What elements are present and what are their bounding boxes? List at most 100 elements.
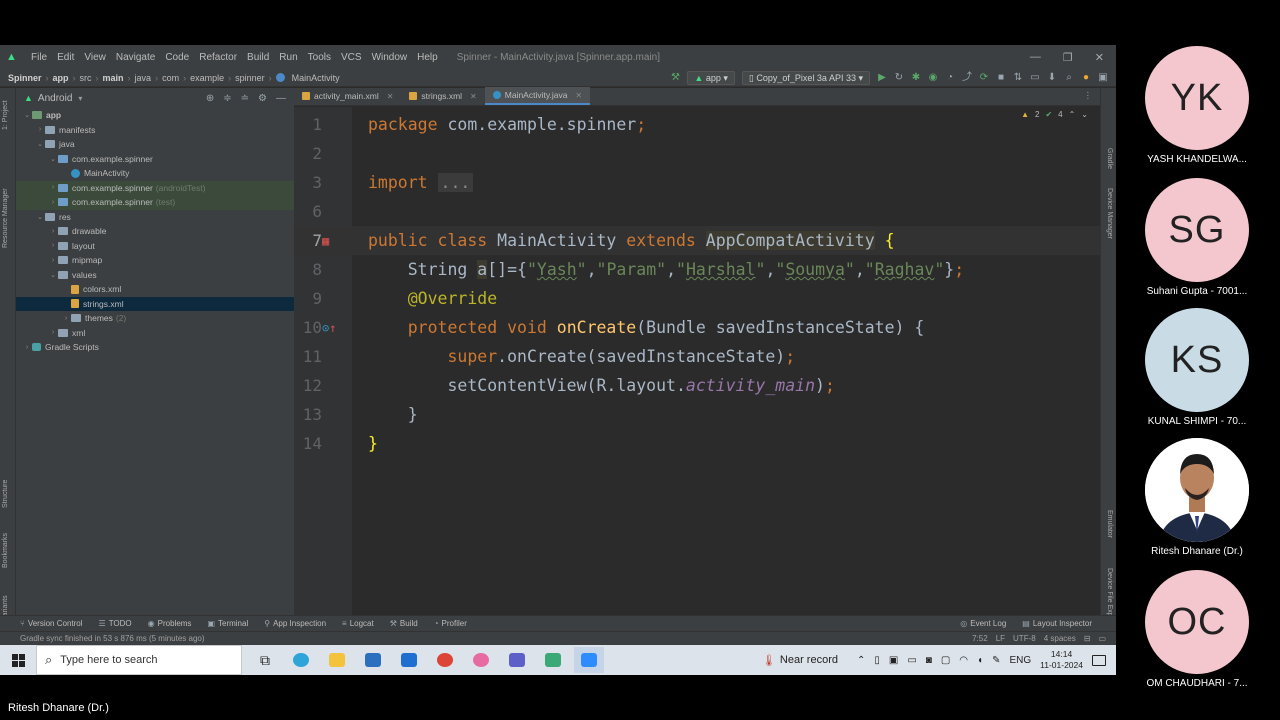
- tree-item[interactable]: MainActivity: [16, 166, 294, 181]
- tree-item[interactable]: › layout: [16, 239, 294, 254]
- clock[interactable]: 14:14 11-01-2024: [1040, 649, 1083, 671]
- mail-icon[interactable]: [394, 647, 424, 673]
- chevron-down-icon[interactable]: ⌄: [35, 140, 45, 148]
- device-icon[interactable]: ▯: [874, 655, 880, 666]
- chevron-down-icon[interactable]: ⌄: [48, 271, 58, 279]
- breadcrumb-src[interactable]: src: [76, 73, 96, 83]
- menu-build[interactable]: Build: [242, 52, 274, 63]
- emulator-tab[interactable]: Emulator: [1106, 510, 1113, 538]
- menu-view[interactable]: View: [79, 52, 111, 63]
- gemini-icon[interactable]: ▣: [1098, 73, 1108, 83]
- participant-tile[interactable]: Ritesh Dhanare (Dr.): [1130, 438, 1264, 557]
- file-encoding[interactable]: UTF-8: [1013, 634, 1036, 643]
- gradle-tab[interactable]: Gradle: [1106, 148, 1113, 169]
- chevron-right-icon[interactable]: ›: [48, 329, 58, 336]
- tab-activity-main-xml[interactable]: activity_main.xml ✕: [294, 87, 401, 105]
- android-studio-icon[interactable]: [538, 647, 568, 673]
- notification-icon[interactable]: [1092, 654, 1106, 666]
- tree-item[interactable]: ⌄ values: [16, 268, 294, 283]
- paint-icon[interactable]: [466, 647, 496, 673]
- weather-widget[interactable]: 🌡 Near record: [762, 654, 838, 667]
- tab-strings-xml[interactable]: strings.xml ✕: [401, 87, 484, 105]
- minimize-icon[interactable]: —: [1030, 51, 1041, 64]
- participant-tile[interactable]: OC OM CHAUDHARI - 7...: [1130, 570, 1264, 689]
- menu-navigate[interactable]: Navigate: [111, 52, 160, 63]
- close-tab-icon[interactable]: ✕: [470, 92, 477, 101]
- restore-icon[interactable]: ❐: [1063, 51, 1073, 64]
- store-icon[interactable]: [358, 647, 388, 673]
- coverage-icon[interactable]: ◉: [928, 73, 938, 83]
- locate-icon[interactable]: ⊕: [206, 93, 214, 104]
- tree-item[interactable]: ⌄ java: [16, 137, 294, 152]
- camera-icon[interactable]: ◙: [926, 655, 932, 666]
- close-icon[interactable]: ✕: [1095, 51, 1104, 64]
- zoom-icon[interactable]: [574, 647, 604, 673]
- chevron-right-icon[interactable]: ›: [48, 242, 58, 249]
- breadcrumb-main[interactable]: main: [99, 73, 128, 83]
- collapse-all-icon[interactable]: ≐: [241, 93, 249, 104]
- app-inspection-tab[interactable]: ⚲ App Inspection: [256, 619, 334, 628]
- menu-vcs[interactable]: VCS: [336, 52, 367, 63]
- tree-item[interactable]: › Gradle Scripts: [16, 340, 294, 355]
- profiler-tab[interactable]: ◔ Profiler: [426, 619, 475, 628]
- run-config-select[interactable]: ▲ app ▾: [687, 71, 735, 85]
- breadcrumb-java[interactable]: java: [131, 73, 156, 83]
- device-select[interactable]: ▯ Copy_of_Pixel 3a API 33 ▾: [741, 71, 870, 85]
- event-log-tab[interactable]: ◎ Event Log: [952, 619, 1014, 628]
- tree-item[interactable]: strings.xml: [16, 296, 294, 311]
- chevron-down-icon[interactable]: ⌄: [35, 213, 45, 221]
- menu-run[interactable]: Run: [274, 52, 302, 63]
- breadcrumb-example[interactable]: example: [186, 73, 228, 83]
- file-explorer-icon[interactable]: [322, 647, 352, 673]
- menu-tools[interactable]: Tools: [303, 52, 336, 63]
- menu-window[interactable]: Window: [367, 52, 413, 63]
- sdk-manager-icon[interactable]: ⬇: [1047, 73, 1057, 83]
- chevron-right-icon[interactable]: ›: [35, 126, 45, 133]
- pen-icon[interactable]: ✎: [992, 655, 1000, 666]
- participant-tile[interactable]: YK YASH KHANDELWA...: [1130, 46, 1264, 165]
- run-icon[interactable]: ▶: [877, 73, 887, 83]
- structure-tab[interactable]: Structure: [2, 480, 9, 508]
- breadcrumb-app[interactable]: app: [49, 73, 73, 83]
- chrome-icon[interactable]: [430, 647, 460, 673]
- device-manager-icon[interactable]: ▭: [1030, 73, 1040, 83]
- caret-position[interactable]: 7:52: [972, 634, 988, 643]
- tree-item[interactable]: ⌄ com.example.spinner: [16, 152, 294, 167]
- profile-icon[interactable]: ◔: [945, 73, 955, 83]
- hide-icon[interactable]: —: [276, 93, 286, 104]
- chevron-down-icon[interactable]: ⌄: [22, 111, 32, 119]
- wifi-icon[interactable]: ◠: [959, 655, 968, 666]
- device-manager-tab[interactable]: Device Manager: [1106, 188, 1113, 239]
- tab-mainactivity-java[interactable]: MainActivity.java ✕: [484, 87, 591, 105]
- tree-item[interactable]: › com.example.spinner (test): [16, 195, 294, 210]
- edge-icon[interactable]: [286, 647, 316, 673]
- menu-edit[interactable]: Edit: [52, 52, 79, 63]
- menu-refactor[interactable]: Refactor: [194, 52, 242, 63]
- menu-code[interactable]: Code: [160, 52, 194, 63]
- menu-help[interactable]: Help: [412, 52, 443, 63]
- tree-item[interactable]: › com.example.spinner (androidTest): [16, 180, 294, 195]
- tree-item[interactable]: ⌄ app: [16, 108, 294, 123]
- tree-item[interactable]: › xml: [16, 326, 294, 341]
- terminal-tab[interactable]: ▣ Terminal: [199, 619, 256, 628]
- build-tab[interactable]: ⚒ Build: [382, 619, 426, 628]
- memory-indicator-icon[interactable]: ▭: [1098, 634, 1106, 643]
- line-separator[interactable]: LF: [996, 634, 1005, 643]
- indent-setting[interactable]: 4 spaces: [1044, 634, 1076, 643]
- more-tabs-icon[interactable]: ⋮: [1084, 90, 1101, 105]
- volume-icon[interactable]: ◖: [977, 655, 983, 666]
- close-tab-icon[interactable]: ✕: [575, 91, 582, 100]
- lock-icon[interactable]: ⊟: [1084, 634, 1091, 643]
- menu-file[interactable]: File: [26, 52, 52, 63]
- language-indicator[interactable]: ENG: [1009, 655, 1031, 666]
- breadcrumb-mainactivity[interactable]: MainActivity: [288, 73, 344, 83]
- gear-icon[interactable]: ⚙: [258, 93, 267, 104]
- sync-gradle-icon[interactable]: ⇅: [1013, 73, 1023, 83]
- rerun-icon[interactable]: ↻: [894, 73, 904, 83]
- search-icon[interactable]: ⌕: [1064, 73, 1074, 83]
- breadcrumb-project[interactable]: Spinner: [0, 73, 46, 83]
- participant-tile[interactable]: KS KUNAL SHIMPI - 70...: [1130, 308, 1264, 427]
- battery-icon[interactable]: ▭: [907, 655, 916, 666]
- tree-item[interactable]: ⌄ res: [16, 210, 294, 225]
- chevron-down-icon[interactable]: ⌄: [48, 155, 58, 163]
